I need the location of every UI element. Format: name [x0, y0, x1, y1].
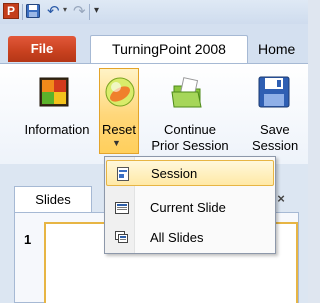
menu-item-current-slide[interactable]: Current Slide — [106, 195, 274, 221]
save-label-line1: Save — [260, 122, 290, 137]
undo-dropdown-icon[interactable]: ▾ — [63, 5, 67, 14]
undo-icon[interactable]: ↶ — [47, 2, 60, 20]
save-session-icon[interactable] — [258, 76, 290, 108]
information-icon[interactable] — [38, 76, 70, 108]
reset-icon — [104, 76, 136, 108]
menu-item-all-slides[interactable]: All Slides — [106, 225, 274, 251]
customize-qat-icon[interactable]: ▾ — [94, 5, 99, 16]
tab-slides[interactable]: Slides — [14, 186, 92, 212]
tab-file[interactable]: File — [8, 36, 76, 62]
all-slides-icon — [114, 230, 130, 246]
save-icon[interactable] — [26, 4, 40, 18]
menu-item-session[interactable]: Session — [106, 160, 274, 186]
continue-prior-session-label[interactable]: Continue Prior Session — [146, 122, 234, 154]
save-session-label[interactable]: Save Session — [252, 122, 308, 154]
continue-label-line1: Continue — [163, 122, 217, 137]
reset-dropdown-arrow-icon: ▼ — [112, 138, 121, 148]
reset-button-label: Reset — [102, 122, 136, 137]
information-button-label[interactable]: Information — [16, 122, 98, 138]
continue-prior-session-icon[interactable] — [170, 76, 204, 110]
menu-item-label: Session — [151, 166, 198, 181]
powerpoint-app-icon[interactable]: P — [3, 3, 19, 19]
qat-separator — [89, 4, 90, 20]
qat-separator — [22, 4, 23, 20]
tab-home[interactable]: Home — [258, 35, 295, 64]
current-slide-icon — [114, 200, 130, 216]
menu-item-label: All Slides — [150, 230, 204, 245]
redo-icon[interactable]: ↷ — [73, 2, 86, 20]
session-icon — [115, 166, 131, 182]
menu-item-label: Current Slide — [150, 200, 226, 215]
slide-number: 1 — [24, 232, 32, 247]
continue-label-line2: Prior Session — [151, 138, 229, 153]
tab-turningpoint[interactable]: TurningPoint 2008 — [90, 35, 248, 64]
save-label-line2: Session — [252, 138, 299, 153]
